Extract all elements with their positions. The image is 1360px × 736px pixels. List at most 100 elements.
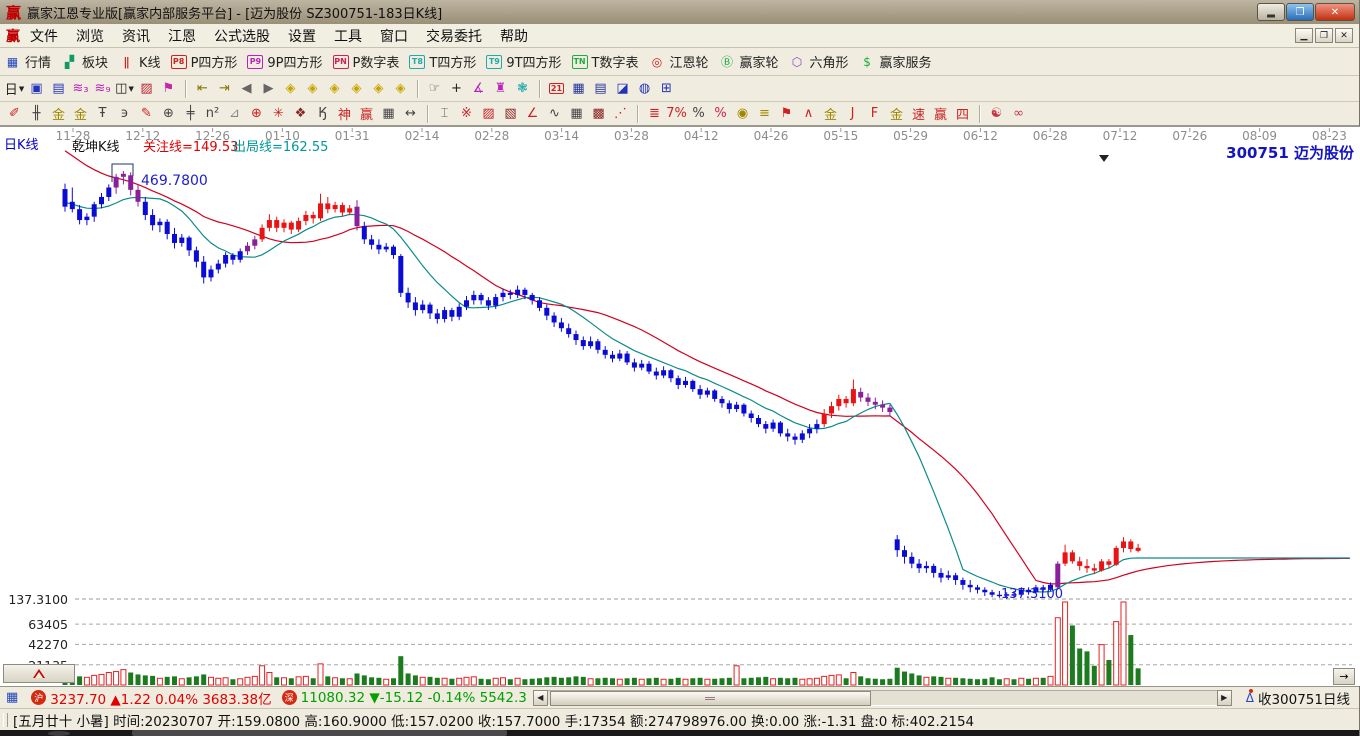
golden-grid2-icon[interactable]: 金 xyxy=(70,104,91,123)
angle-measure-icon[interactable]: ∡ xyxy=(468,79,489,98)
f-line-icon[interactable]: F xyxy=(864,104,885,123)
n2-grid-icon[interactable]: n² xyxy=(202,104,223,123)
ruler-grid-icon[interactable]: ╪ xyxy=(180,104,201,123)
menu-item-6[interactable]: 工具 xyxy=(334,26,362,46)
pen-tool-icon[interactable]: ✐ xyxy=(4,104,25,123)
grid-black-icon[interactable]: ▦ xyxy=(566,104,587,123)
wave-9-icon[interactable]: ≋₉ xyxy=(92,79,113,98)
price-marker-icon[interactable]: ⚑ xyxy=(776,104,797,123)
t-square-button[interactable]: T8 T四方形 xyxy=(409,52,476,71)
title-bar[interactable]: 赢 赢家江恩专业版[赢家内部服务平台] - [迈为股份 SZ300751-183… xyxy=(0,0,1359,24)
rays-fan-icon[interactable]: ※ xyxy=(456,104,477,123)
menu-item-0[interactable]: 文件 xyxy=(30,26,58,46)
win-line-icon[interactable]: 赢 xyxy=(930,104,951,123)
p-table-button[interactable]: PN P数字表 xyxy=(332,52,399,71)
kline-chart-canvas[interactable] xyxy=(0,127,1360,687)
yinyang-icon[interactable]: ☯ xyxy=(986,104,1007,123)
crosshair-icon[interactable]: + xyxy=(446,79,467,98)
infinity-icon[interactable]: ∞ xyxy=(1008,104,1029,123)
winner-wheel-button[interactable]: Ⓑ 赢家轮 xyxy=(719,52,779,71)
quad-line-icon[interactable]: 四 xyxy=(952,104,973,123)
chip-distribution-icon[interactable]: ▨ xyxy=(136,79,157,98)
scrollbar-thumb[interactable] xyxy=(549,690,871,706)
dense-grid-icon[interactable]: ▦ xyxy=(378,104,399,123)
next-bar-icon[interactable]: ▶ xyxy=(258,79,279,98)
box-fan-icon[interactable]: ▨ xyxy=(478,104,499,123)
save-icon[interactable]: ◪ xyxy=(612,79,633,98)
menu-item-9[interactable]: 帮助 xyxy=(500,26,528,46)
quote-table-icon[interactable]: ▦ xyxy=(6,690,18,705)
golden-grid-icon[interactable]: 金 xyxy=(48,104,69,123)
golden-levels-icon[interactable]: ≡ xyxy=(754,104,775,123)
zoom-out-horizontal-icon[interactable]: ◈ xyxy=(280,79,301,98)
save-web-icon[interactable]: ◍ xyxy=(634,79,655,98)
parallel-lines-icon[interactable]: ⋰ xyxy=(610,104,631,123)
quotes-button[interactable]: ▦ 行情 xyxy=(4,52,51,72)
jump-first-icon[interactable]: ⇤ xyxy=(192,79,213,98)
winner-service-button[interactable]: $ 赢家服务 xyxy=(859,52,931,72)
golden-segment-icon[interactable]: 金 xyxy=(820,104,841,123)
f-grid-icon[interactable]: Ŧ xyxy=(92,104,113,123)
scroll-right-arrow[interactable]: ▶ xyxy=(1216,689,1232,706)
drag-hand-icon[interactable]: ☞ xyxy=(424,79,445,98)
jump-last-icon[interactable]: ⇥ xyxy=(214,79,235,98)
gann-wheel-button[interactable]: ◎ 江恩轮 xyxy=(649,52,709,72)
export-icon[interactable]: ⊞ xyxy=(656,79,677,98)
candle-style-button[interactable]: ◫ ▼ xyxy=(114,79,135,98)
scrollbar-track[interactable] xyxy=(547,689,1217,706)
percent7-icon[interactable]: 7% xyxy=(666,104,687,123)
flag-marker-icon[interactable]: ⚑ xyxy=(158,79,179,98)
minimize-button[interactable]: ▂ xyxy=(1257,3,1285,21)
zigzag-icon[interactable]: ∿ xyxy=(544,104,565,123)
horizontal-scrollbar[interactable]: ◀ ▶ xyxy=(532,689,1232,706)
square-star-icon[interactable]: ❖ xyxy=(290,104,311,123)
period-day-button[interactable]: 日 ▼ xyxy=(4,79,25,98)
menu-item-1[interactable]: 浏览 xyxy=(76,26,104,46)
shen-grid-icon[interactable]: 神 xyxy=(334,104,355,123)
close-button[interactable]: ✕ xyxy=(1315,3,1355,21)
calculator-icon[interactable]: ▦ xyxy=(568,79,589,98)
percent-icon[interactable]: % xyxy=(688,104,709,123)
child-close-button[interactable]: ✕ xyxy=(1335,28,1353,43)
scroll-left-arrow[interactable]: ◀ xyxy=(532,689,548,706)
chart-scroll-right-button[interactable]: → xyxy=(1333,668,1355,685)
span-arrows-icon[interactable]: ↔ xyxy=(400,104,421,123)
menu-item-3[interactable]: 江恩 xyxy=(168,26,196,46)
castle-tool-icon[interactable]: ♜ xyxy=(490,79,511,98)
k-notation-icon[interactable]: Ӄ xyxy=(312,104,333,123)
child-restore-button[interactable]: ❐ xyxy=(1315,28,1333,43)
grid-red-icon[interactable]: ▩ xyxy=(588,104,609,123)
measure-bars-icon[interactable]: ≣ xyxy=(644,104,665,123)
compress-horizontal-icon[interactable]: ◈ xyxy=(346,79,367,98)
gann-grid-icon[interactable]: ╫ xyxy=(26,104,47,123)
mind-map-icon[interactable]: ❃ xyxy=(512,79,533,98)
prev-bar-icon[interactable]: ◀ xyxy=(236,79,257,98)
expand-horizontal-icon[interactable]: ◈ xyxy=(324,79,345,98)
menu-item-8[interactable]: 交易委托 xyxy=(426,26,482,46)
circle-cross-icon[interactable]: ⊕ xyxy=(246,104,267,123)
restore-button[interactable]: ❐ xyxy=(1286,3,1314,21)
volume-pane-toggle-button[interactable] xyxy=(3,664,75,683)
golden-circle-icon[interactable]: ◉ xyxy=(732,104,753,123)
t-table-button[interactable]: TN T数字表 xyxy=(571,52,639,71)
zoom-in-horizontal-icon[interactable]: ◈ xyxy=(302,79,323,98)
menu-item-4[interactable]: 公式选股 xyxy=(214,26,270,46)
kline-button[interactable]: ǁ K线 xyxy=(118,52,161,72)
expand-vertical-icon[interactable]: ◈ xyxy=(368,79,389,98)
list-view-icon[interactable]: ▤ xyxy=(48,79,69,98)
chart-area[interactable]: 11-28 12-12 12-26 01-10 01-31 02-14 02-28 03-14… xyxy=(0,126,1360,686)
wave-3-icon[interactable]: ≋₃ xyxy=(70,79,91,98)
ying-grid-icon[interactable]: 赢 xyxy=(356,104,377,123)
spiral-tool-icon[interactable]: ϶ xyxy=(114,104,135,123)
tile-window-icon[interactable]: ▣ xyxy=(26,79,47,98)
brush-tool-icon[interactable]: ✎ xyxy=(136,104,157,123)
p-square-button[interactable]: P8 P四方形 xyxy=(170,52,237,71)
notes-icon[interactable]: ▤ xyxy=(590,79,611,98)
golden-line-icon[interactable]: 金 xyxy=(886,104,907,123)
menu-item-5[interactable]: 设置 xyxy=(288,26,316,46)
box-fan2-icon[interactable]: ▧ xyxy=(500,104,521,123)
j-line-icon[interactable]: J xyxy=(842,104,863,123)
compress-vertical-icon[interactable]: ◈ xyxy=(390,79,411,98)
speed-line-icon[interactable]: 速 xyxy=(908,104,929,123)
menu-item-7[interactable]: 窗口 xyxy=(380,26,408,46)
